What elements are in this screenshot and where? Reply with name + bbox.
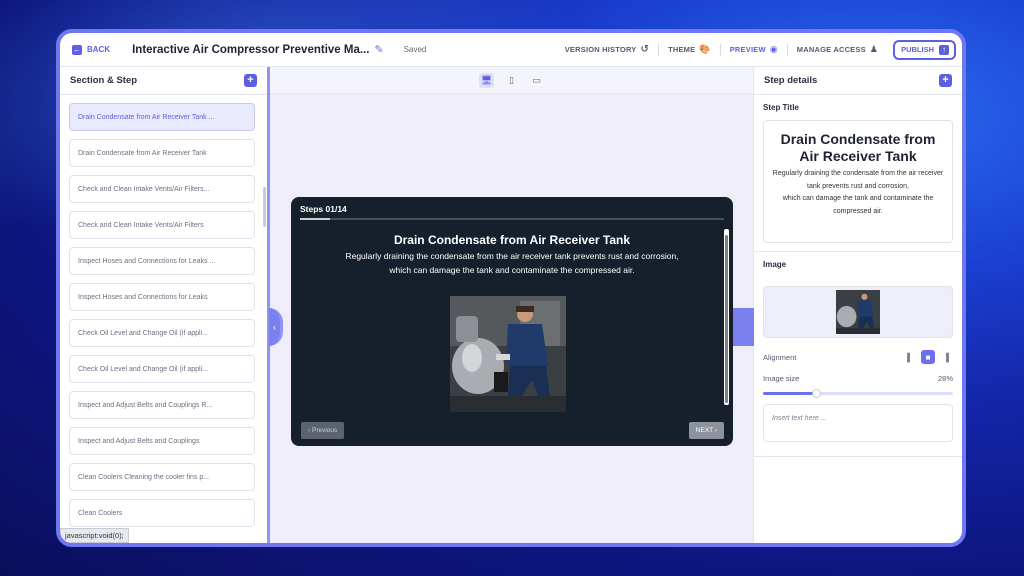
align-center-icon[interactable]: ■: [921, 350, 935, 364]
step-description-line: Regularly draining the condensate from t…: [345, 251, 679, 261]
pencil-icon[interactable]: ✎: [374, 43, 383, 56]
image-size-slider-handle[interactable]: [812, 389, 822, 398]
section-step-panel: Section & Step + Drain Condensate from A…: [60, 67, 270, 543]
step-progress-bar: [300, 218, 724, 220]
step-description-line: tank prevents rust and corrosion,: [807, 182, 909, 190]
image-caption-input[interactable]: Insert text here ...: [763, 404, 953, 442]
app-window: ← BACK Interactive Air Compressor Preven…: [56, 29, 966, 547]
step-list-item[interactable]: Drain Condensate from Air Receiver Tank …: [69, 103, 255, 131]
step-description-line: which can damage the tank and contaminat…: [782, 195, 934, 202]
step-description-line: which can damage the tank and contaminat…: [389, 265, 635, 275]
step-title: Drain Condensate from Air Receiver Tank: [393, 233, 631, 247]
eye-icon: ◉: [769, 44, 778, 54]
step-details-title: Step details: [764, 75, 818, 86]
preview-label: PREVIEW: [729, 45, 766, 54]
steps-counter: Steps 01/14: [300, 204, 347, 214]
arrow-left-icon: ←: [72, 44, 82, 55]
device-toggle-bar: 🖥 ▯ ▭: [270, 67, 753, 94]
tablet-icon[interactable]: ▭: [529, 73, 544, 88]
step-details-panel: Step details + Step Title Drain Condensa…: [753, 67, 962, 543]
collapse-left-button[interactable]: ‹: [269, 308, 283, 346]
image-size-row: Image size 28%: [763, 374, 953, 383]
palette-icon: 🎨: [699, 44, 711, 54]
upload-icon: ↑: [939, 44, 949, 55]
image-upload-box[interactable]: [763, 286, 953, 338]
card-scroll-thumb[interactable]: [725, 235, 728, 403]
chevron-left-icon: ‹: [273, 322, 276, 332]
step-list: Drain Condensate from Air Receiver Tank …: [60, 95, 267, 527]
step-list-item[interactable]: Inspect and Adjust Belts and Couplings R…: [69, 391, 255, 419]
step-image: [450, 296, 566, 412]
theme-button[interactable]: THEME 🎨: [659, 44, 720, 55]
card-scrollbar[interactable]: [724, 229, 729, 405]
version-history-label: VERSION HISTORY: [564, 45, 637, 54]
step-list-item[interactable]: Check and Clean Intake Vents/Air Filters: [69, 211, 255, 239]
next-button[interactable]: NEXT ›: [688, 422, 724, 439]
step-list-item[interactable]: Check Oil Level and Change Oil (if appli…: [69, 355, 255, 383]
desktop-icon[interactable]: 🖥: [479, 72, 494, 88]
step-description-line: compressed air.: [833, 207, 883, 215]
step-title-text: Drain Condensate from Air Receiver Tank: [780, 131, 936, 164]
previous-label: Previous: [311, 427, 338, 434]
step-list-item[interactable]: Inspect and Adjust Belts and Couplings: [69, 427, 255, 455]
top-bar: ← BACK Interactive Air Compressor Preven…: [60, 33, 962, 67]
step-description: Regularly draining the condensate from t…: [300, 249, 724, 277]
status-bar-url: javascript:void(0);: [60, 528, 129, 543]
step-list-scrollbar[interactable]: [263, 187, 266, 227]
alignment-row: Alignment ▌ ■ ▐: [763, 350, 953, 364]
image-size-value: 28%: [937, 374, 953, 383]
manage-access-label: MANAGE ACCESS: [796, 45, 866, 54]
back-label: BACK: [87, 45, 111, 54]
preview-button[interactable]: PREVIEW ◉: [721, 44, 787, 55]
publish-label: PUBLISH: [901, 45, 934, 54]
step-description-text: Regularly draining the condensate from t…: [770, 168, 946, 218]
theme-label: THEME: [668, 45, 696, 54]
step-list-item[interactable]: Clean Coolers Cleaning the cooler fins p…: [69, 463, 255, 491]
step-details-header: Step details +: [754, 67, 962, 95]
save-status: Saved: [403, 45, 427, 54]
step-list-item[interactable]: Inspect Hoses and Connections for Leaks: [69, 283, 255, 311]
preview-canvas: 🖥 ▯ ▭ ‹ › Steps 01/14 Drain Condensate f…: [269, 67, 754, 543]
step-list-item[interactable]: Clean Coolers: [69, 499, 255, 527]
image-size-slider[interactable]: [763, 389, 953, 398]
align-right-icon[interactable]: ▐: [939, 350, 953, 364]
alignment-label: Alignment: [763, 352, 797, 362]
manage-access-button[interactable]: MANAGE ACCESS ♟: [788, 44, 887, 55]
users-icon: ♟: [869, 44, 879, 54]
image-size-slider-fill: [763, 392, 817, 395]
section-step-header: Section & Step +: [60, 67, 267, 95]
document-title[interactable]: Interactive Air Compressor Preventive Ma…: [132, 44, 369, 56]
step-list-item[interactable]: Check and Clean Intake Vents/Air Filters…: [69, 175, 255, 203]
add-element-button[interactable]: +: [939, 74, 952, 87]
step-list-item[interactable]: Check Oil Level and Change Oil (if appli…: [69, 319, 255, 347]
mobile-icon[interactable]: ▯: [504, 73, 519, 88]
align-left-icon[interactable]: ▌: [903, 350, 917, 364]
step-title-editor[interactable]: Drain Condensate from Air Receiver Tank …: [763, 120, 953, 243]
history-icon: ↺: [640, 44, 650, 55]
image-size-label: Image size: [763, 374, 800, 383]
image-section: Image Alignment ▌ ■ ▐ Image size 28% Ins…: [754, 252, 962, 457]
step-description-line: Regularly draining the condensate from t…: [772, 170, 944, 177]
step-list-item[interactable]: Inspect Hoses and Connections for Leaks …: [69, 247, 255, 275]
step-progress-fill: [300, 218, 330, 220]
chevron-right-icon: ›: [714, 427, 717, 434]
next-label: NEXT: [695, 427, 714, 434]
step-preview-card: Steps 01/14 Drain Condensate from Air Re…: [291, 197, 733, 446]
add-step-button[interactable]: +: [244, 74, 257, 87]
step-title-section: Step Title Drain Condensate from Air Rec…: [754, 95, 962, 252]
image-label: Image: [763, 260, 787, 269]
step-title-label: Step Title: [763, 103, 799, 112]
publish-button[interactable]: PUBLISH ↑: [893, 39, 956, 60]
step-list-item[interactable]: Drain Condensate from Air Receiver Tank: [69, 139, 255, 167]
chevron-left-icon: ‹: [308, 427, 311, 434]
image-thumbnail: [836, 290, 880, 334]
section-step-title: Section & Step: [70, 75, 138, 86]
alignment-group: ▌ ■ ▐: [903, 350, 953, 364]
version-history-button[interactable]: VERSION HISTORY ↺: [556, 44, 658, 55]
previous-button[interactable]: ‹ Previous: [301, 422, 345, 439]
back-button[interactable]: ← BACK: [72, 44, 111, 55]
editor-body: Section & Step + Drain Condensate from A…: [60, 67, 962, 543]
